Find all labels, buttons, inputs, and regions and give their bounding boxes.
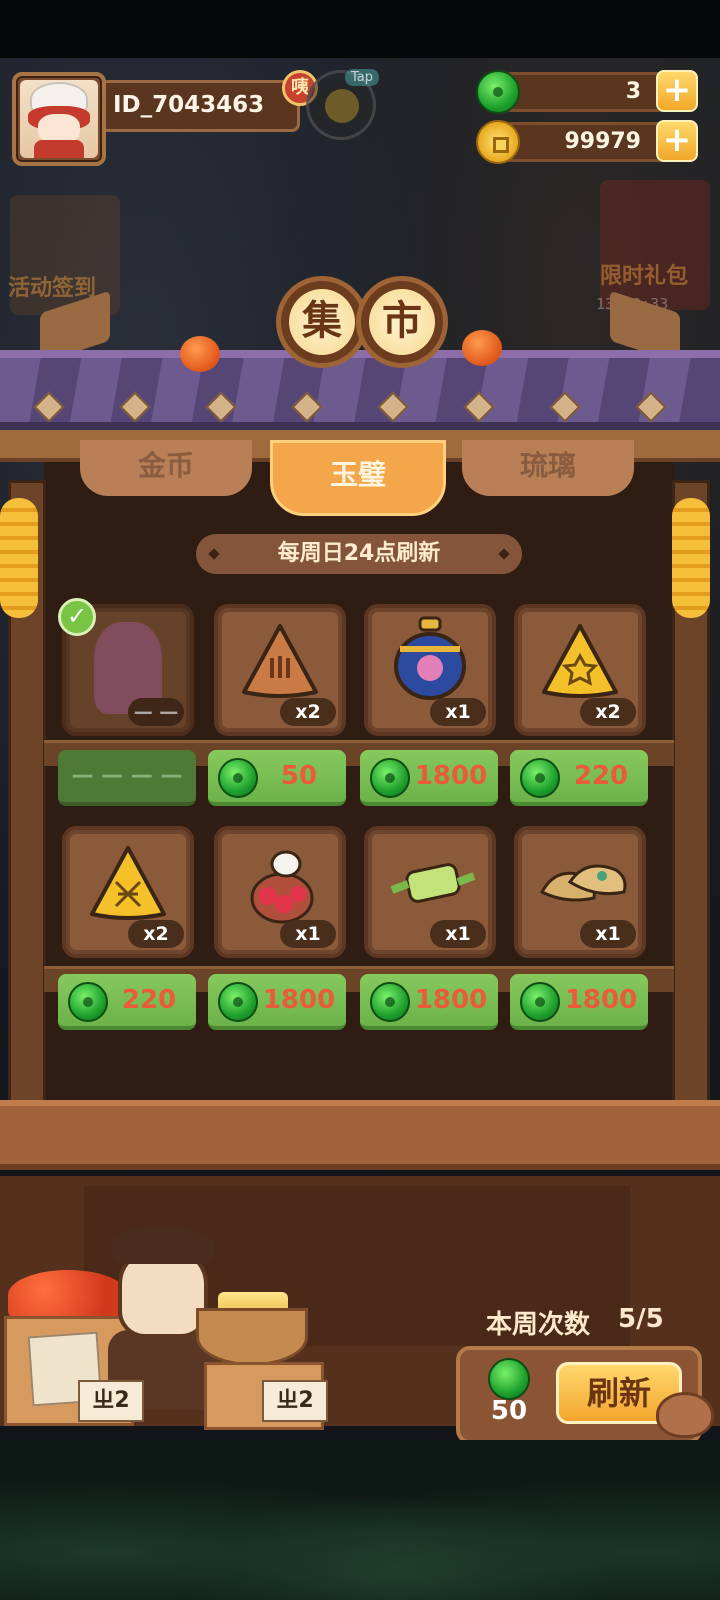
weekly-refresh-label: 本周次数 (486, 1310, 591, 1340)
shop-item-jade-pendant[interactable]: x1 (364, 826, 496, 958)
knot-rice-dumpling-icon (90, 846, 166, 920)
price-text: 220 (573, 761, 629, 791)
market-sign-char: 集 (276, 276, 368, 368)
persimmon-decoration (180, 336, 220, 372)
shop-item-embroidered-shoes[interactable]: x1 (514, 826, 646, 958)
mascot-icon (656, 1392, 714, 1438)
price-button[interactable]: 1800 (360, 974, 498, 1030)
player-id: ID_7043463 (100, 80, 300, 132)
price-button[interactable]: 220 (510, 750, 648, 806)
add-jade-button[interactable]: + (656, 70, 698, 112)
price-text: 50 (280, 761, 318, 791)
item-count: — — (128, 698, 184, 726)
tap-label: Tap (345, 69, 380, 86)
price-text: — — — — (71, 763, 183, 788)
vendor-hat (112, 1226, 214, 1264)
price-button[interactable]: 220 (58, 974, 196, 1030)
market-sign-char: 市 (356, 276, 448, 368)
price-button-sold-out: — — — — (58, 750, 196, 806)
refresh-schedule-note: 每周日24点刷新 (196, 534, 522, 574)
price-text: 1800 (564, 985, 638, 1015)
tab-gold-coins[interactable]: 金币 (80, 440, 252, 496)
shop-item-star-dumpling[interactable]: x2 (514, 604, 646, 736)
bird-flowers-icon (250, 850, 314, 924)
tab-jade[interactable]: 玉璧 (270, 440, 446, 516)
shop-item-knot-dumpling[interactable]: x2 (62, 826, 194, 958)
brown-rice-dumpling-icon (242, 624, 318, 698)
jade-icon (370, 982, 410, 1022)
refresh-cost: 50 (490, 1396, 528, 1426)
jade-icon (218, 982, 258, 1022)
price-button[interactable]: 1800 (360, 750, 498, 806)
limited-gift-button[interactable] (600, 180, 710, 310)
persimmon-decoration (462, 330, 502, 366)
item-count: x2 (280, 698, 336, 726)
price-text: 1800 (262, 985, 336, 1015)
item-count: x1 (280, 920, 336, 948)
tap-face-icon (325, 89, 359, 123)
item-count: x1 (430, 920, 486, 948)
item-count: x2 (580, 698, 636, 726)
player-avatar[interactable] (12, 72, 106, 166)
jade-icon (520, 982, 560, 1022)
jade-icon (68, 982, 108, 1022)
foliage-background (0, 1440, 720, 1600)
wicker-basket-icon (196, 1308, 308, 1366)
limited-gift-label: 限时礼包 (600, 264, 689, 289)
jade-pendant-icon (390, 863, 476, 903)
jade-icon (370, 758, 410, 798)
item-count: x1 (580, 920, 636, 948)
jade-icon (488, 1358, 530, 1400)
star-rice-dumpling-icon (542, 624, 618, 698)
jade-icon (520, 758, 560, 798)
price-button[interactable]: 1800 (208, 974, 346, 1030)
corn-decoration (672, 498, 710, 618)
stall-roof (0, 350, 720, 432)
weekly-refresh-count: 5/5 (618, 1304, 664, 1334)
price-button[interactable]: 1800 (510, 974, 648, 1030)
jade-icon (476, 70, 520, 114)
shop-item-cloisonne-jar[interactable]: x1 (364, 604, 496, 736)
avatar-portrait (20, 80, 98, 158)
corn-decoration (0, 498, 38, 618)
item-count: x1 (430, 698, 486, 726)
status-bar-area (0, 0, 720, 58)
price-text: 1800 (414, 985, 488, 1015)
jade-icon (218, 758, 258, 798)
coin-icon (476, 120, 520, 164)
vendor-price-tag: ㄓ2 (78, 1380, 144, 1422)
tab-glass[interactable]: 琉璃 (462, 440, 634, 496)
price-button[interactable]: 50 (208, 750, 346, 806)
event-signin-label: 活动签到 (8, 276, 97, 301)
owned-check-icon: ✓ (58, 598, 96, 636)
tap-button[interactable]: Tap (306, 69, 380, 140)
item-count: x2 (128, 920, 184, 948)
shop-item-bird-flowers[interactable]: x1 (214, 826, 346, 958)
price-text: 1800 (414, 761, 488, 791)
embroidered-shoes-icon (539, 864, 627, 902)
stall-counter (0, 1100, 720, 1170)
vendor-price-tag: ㄓ2 (262, 1380, 328, 1422)
shop-item-rice-dumpling[interactable]: x2 (214, 604, 346, 736)
fruit-basket-icon (8, 1270, 128, 1320)
add-coins-button[interactable]: + (656, 120, 698, 162)
cloisonne-jar-icon (394, 616, 466, 700)
price-text: 220 (121, 985, 177, 1015)
